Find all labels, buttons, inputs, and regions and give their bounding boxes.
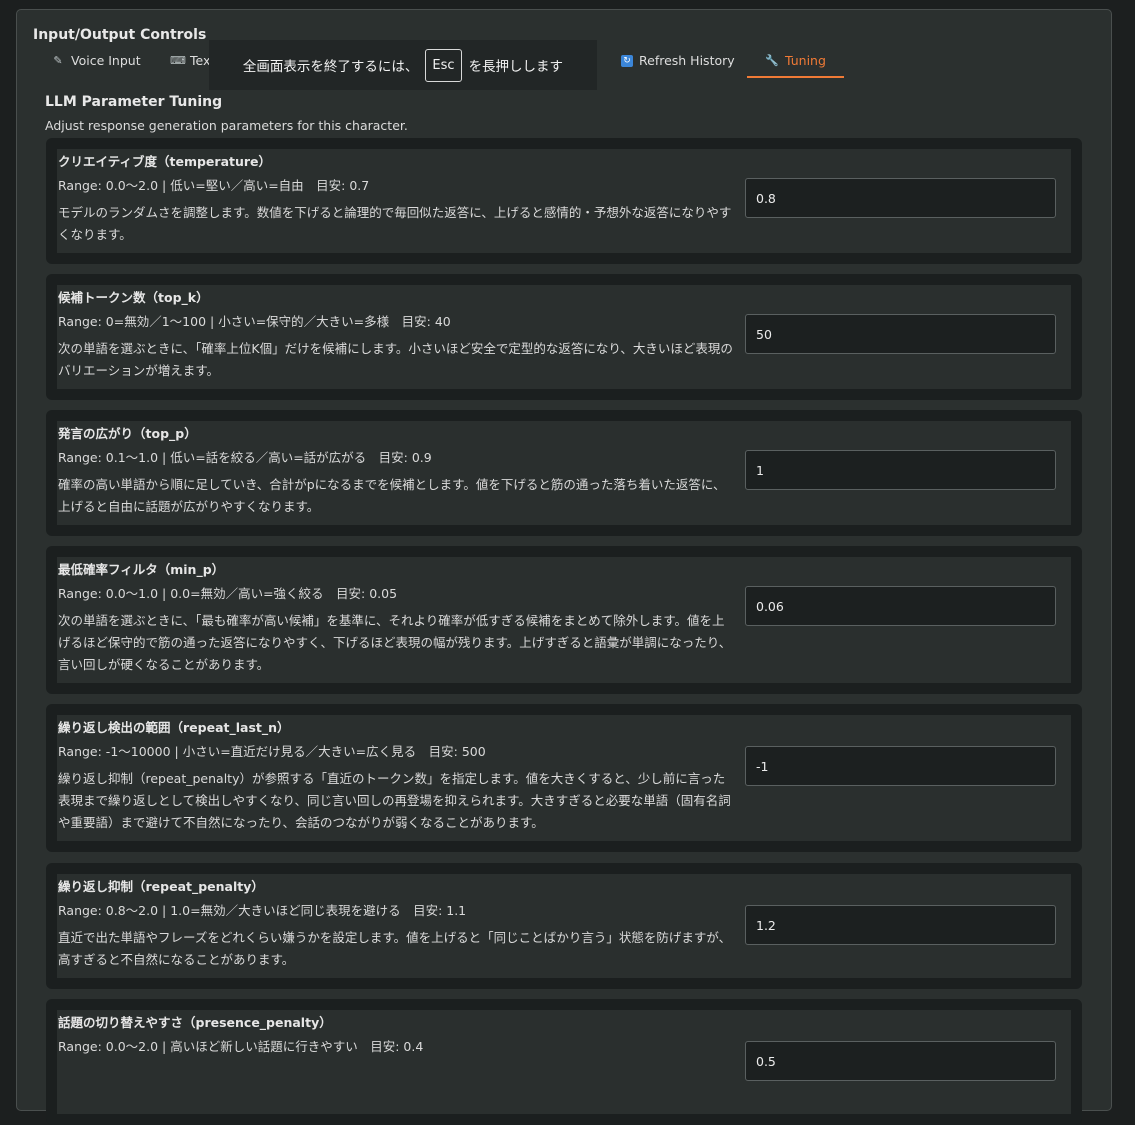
tab-text-input[interactable]: ⌨ Tex <box>170 50 210 76</box>
esc-key-badge: Esc <box>425 48 462 82</box>
top-p-input[interactable] <box>745 450 1056 490</box>
param-card-top-p: 発言の広がり（top_p） Range: 0.1〜1.0 | 低い=話を絞る／高… <box>46 410 1082 536</box>
param-label: 発言の広がり（top_p） <box>58 426 197 441</box>
repeat-penalty-input[interactable] <box>745 905 1056 945</box>
param-label: 候補トークン数（top_k） <box>58 290 209 305</box>
param-description: 確率の高い単語から順に足していき、合計がpになるまでを候補とします。値を下げると… <box>58 477 726 514</box>
refresh-icon: ↻ <box>621 55 633 67</box>
param-range: Range: 0=無効／1〜100 | 小さい=保守的／大きい=多様 目安: 4… <box>58 314 451 329</box>
param-range: Range: 0.0〜2.0 | 低い=堅い／高い=自由 目安: 0.7 <box>58 178 370 193</box>
param-description: 次の単語を選ぶときに、「確率上位K個」だけを候補にします。小さいほど安全で定型的… <box>58 341 733 378</box>
param-description: 直近で出た単語やフレーズをどれくらい嫌うかを設定します。値を上げると「同じことば… <box>58 930 732 967</box>
top-k-input[interactable] <box>745 314 1056 354</box>
min-p-input[interactable] <box>745 586 1056 626</box>
tab-label: Tuning <box>785 53 826 68</box>
param-card-presence-penalty: 話題の切り替えやすさ（presence_penalty） Range: 0.0〜… <box>46 999 1082 1125</box>
param-card-min-p: 最低確率フィルタ（min_p） Range: 0.0〜1.0 | 0.0=無効／… <box>46 546 1082 694</box>
keyboard-icon: ⌨ <box>170 54 186 67</box>
param-description: 次の単語を選ぶときに、「最も確率が高い候補」を基準に、それより確率が低すぎる候補… <box>58 613 732 672</box>
param-card-temperature: クリエイティブ度（temperature） Range: 0.0〜2.0 | 低… <box>46 138 1082 264</box>
param-card-body: 候補トークン数（top_k） Range: 0=無効／1〜100 | 小さい=保… <box>57 285 1071 389</box>
param-description: 繰り返し抑制（repeat_penalty）が参照する「直近のトークン数」を指定… <box>58 771 731 830</box>
tab-label: Voice Input <box>71 53 141 68</box>
tab-label: Tex <box>190 53 211 68</box>
fullscreen-exit-toast: 全画面表示を終了するには、 Esc を長押しします <box>209 40 597 90</box>
toast-text-after: を長押しします <box>468 59 564 75</box>
param-range: Range: -1〜10000 | 小さい=直近だけ見る／大きい=広く見る 目安… <box>58 744 486 759</box>
tab-refresh-history[interactable]: ↻ Refresh History <box>621 50 735 76</box>
param-label: 話題の切り替えやすさ（presence_penalty） <box>58 1015 332 1030</box>
temperature-input[interactable] <box>745 178 1056 218</box>
param-card-top-k: 候補トークン数（top_k） Range: 0=無効／1〜100 | 小さい=保… <box>46 274 1082 400</box>
param-label: 繰り返し抑制（repeat_penalty） <box>58 879 264 894</box>
param-range: Range: 0.1〜1.0 | 低い=話を絞る／高い=話が広がる 目安: 0.… <box>58 450 432 465</box>
section-subtitle: Adjust response generation parameters fo… <box>45 118 408 133</box>
section-title: LLM Parameter Tuning <box>45 94 223 110</box>
param-range: Range: 0.0〜1.0 | 0.0=無効／高い=強く絞る 目安: 0.05 <box>58 586 398 601</box>
repeat-last-n-input[interactable] <box>745 746 1056 786</box>
param-card-body: 繰り返し検出の範囲（repeat_last_n） Range: -1〜10000… <box>57 715 1071 841</box>
param-label: クリエイティブ度（temperature） <box>58 154 272 169</box>
input-output-panel: Input/Output Controls ✎ Voice Input ⌨ Te… <box>16 9 1112 1125</box>
param-description: モデルのランダムさを調整します。数値を下げると論理的で毎回似た返答に、上げると感… <box>58 205 732 242</box>
param-card-body: 最低確率フィルタ（min_p） Range: 0.0〜1.0 | 0.0=無効／… <box>57 557 1071 683</box>
tab-label: Refresh History <box>639 53 735 68</box>
microphone-icon: ✎ <box>53 54 63 67</box>
param-card-body: 発言の広がり（top_p） Range: 0.1〜1.0 | 低い=話を絞る／高… <box>57 421 1071 525</box>
toast-text-before: 全画面表示を終了するには、 <box>242 59 419 75</box>
param-card-body: 繰り返し抑制（repeat_penalty） Range: 0.8〜2.0 | … <box>57 874 1071 978</box>
param-card-body: 話題の切り替えやすさ（presence_penalty） Range: 0.0〜… <box>57 1010 1071 1114</box>
param-range: Range: 0.0〜2.0 | 高いほど新しい話題に行きやすい 目安: 0.4 <box>58 1039 424 1054</box>
panel-title: Input/Output Controls <box>33 27 207 43</box>
presence-penalty-input[interactable] <box>745 1041 1056 1081</box>
param-label: 繰り返し検出の範囲（repeat_last_n） <box>58 720 290 735</box>
param-card-repeat-penalty: 繰り返し抑制（repeat_penalty） Range: 0.8〜2.0 | … <box>46 863 1082 989</box>
param-range: Range: 0.8〜2.0 | 1.0=無効／大きいほど同じ表現を避ける 目安… <box>58 903 467 918</box>
tab-tuning[interactable]: 🔧 Tuning <box>747 50 844 78</box>
param-card-body: クリエイティブ度（temperature） Range: 0.0〜2.0 | 低… <box>57 149 1071 253</box>
param-card-repeat-last-n: 繰り返し検出の範囲（repeat_last_n） Range: -1〜10000… <box>46 704 1082 852</box>
wrench-icon: 🔧 <box>765 54 779 67</box>
param-label: 最低確率フィルタ（min_p） <box>58 562 225 577</box>
tab-voice-input[interactable]: ✎ Voice Input <box>51 50 141 76</box>
